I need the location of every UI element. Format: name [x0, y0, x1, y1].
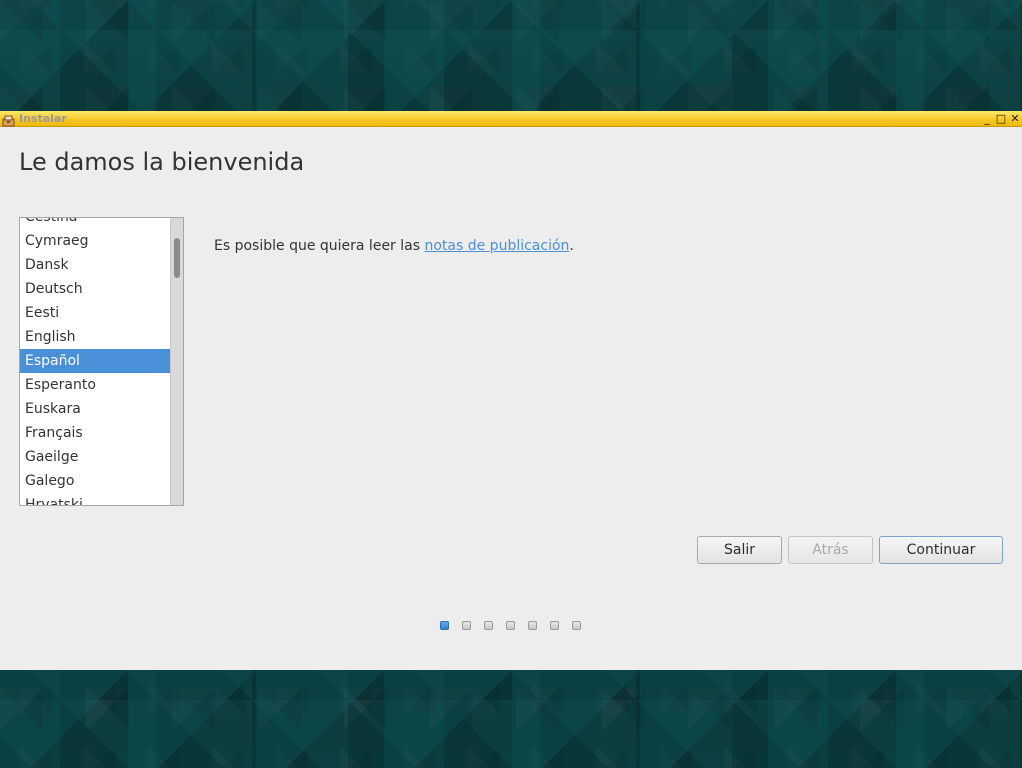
continue-button[interactable]: Continuar [879, 536, 1003, 564]
release-notes-link[interactable]: notas de publicación [424, 238, 569, 254]
desktop-background-bottom [0, 670, 1022, 768]
language-item[interactable]: Galego [20, 469, 170, 493]
desktop-background-top [0, 0, 1022, 111]
language-item[interactable]: Esperanto [20, 373, 170, 397]
language-item[interactable]: Eesti [20, 301, 170, 325]
language-item[interactable]: Čeština [20, 218, 170, 229]
release-notes-suffix: . [569, 238, 574, 254]
page-title: Le damos la bienvenida [19, 148, 305, 176]
window-title: Instalar [19, 112, 67, 125]
step-dot [506, 621, 515, 630]
maximize-icon[interactable]: □ [995, 112, 1007, 125]
step-dot [572, 621, 581, 630]
language-item[interactable]: Dansk [20, 253, 170, 277]
language-item[interactable]: Hrvatski [20, 493, 170, 505]
language-item[interactable]: Español [20, 349, 170, 373]
installer-icon [2, 112, 15, 127]
close-icon[interactable]: ✕ [1009, 112, 1021, 125]
release-notes-text: Es posible que quiera leer las notas de … [214, 236, 574, 256]
language-item[interactable]: English [20, 325, 170, 349]
step-dot [440, 621, 449, 630]
language-item[interactable]: Cymraeg [20, 229, 170, 253]
language-list[interactable]: Čeština Cymraeg Dansk Deutsch Eesti English Es… [19, 217, 184, 506]
minimize-icon[interactable]: _ [981, 112, 993, 125]
language-list-scrollbar[interactable] [170, 218, 183, 505]
step-dot [550, 621, 559, 630]
language-item[interactable]: Deutsch [20, 277, 170, 301]
language-item[interactable]: Gaeilge [20, 445, 170, 469]
release-notes-prefix: Es posible que quiera leer las [214, 238, 425, 254]
language-item[interactable]: Euskara [20, 397, 170, 421]
scrollbar-thumb[interactable] [174, 238, 180, 278]
back-button[interactable]: Atrás [788, 536, 873, 564]
language-list-items: Čeština Cymraeg Dansk Deutsch Eesti English Es… [20, 218, 170, 505]
language-item[interactable]: Français [20, 421, 170, 445]
quit-button[interactable]: Salir [697, 536, 782, 564]
step-dot [484, 621, 493, 630]
step-dot [528, 621, 537, 630]
step-dot [462, 621, 471, 630]
window-titlebar[interactable]: Instalar _ □ ✕ [0, 111, 1022, 127]
